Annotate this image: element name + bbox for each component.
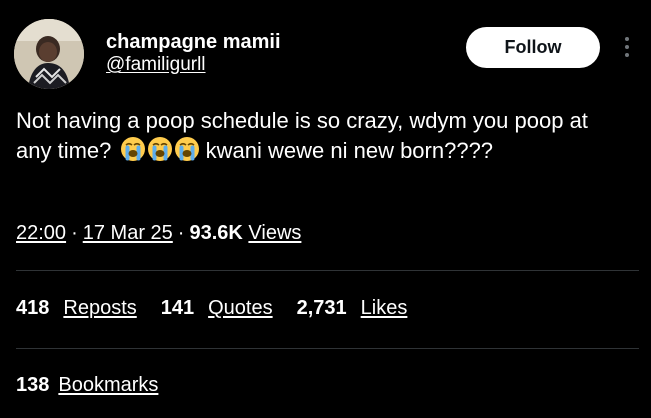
- tweet-card: champagne mamii @familigurll Follow Not …: [0, 0, 651, 418]
- bookmarks-count: 138: [16, 374, 50, 396]
- separator: ·: [177, 222, 185, 244]
- views-count: 93.6K: [189, 222, 243, 244]
- dot: [625, 53, 629, 57]
- dot: [625, 45, 629, 49]
- tweet-meta: 22:00 · 17 Mar 25 · 93.6K Views: [16, 222, 301, 245]
- tweet-text-end: kwani wewe ni new born????: [205, 138, 494, 163]
- loudly-crying-face-icon: [174, 137, 199, 161]
- avatar[interactable]: [14, 19, 84, 89]
- divider: [16, 270, 639, 271]
- likes-count: 2,731: [296, 297, 347, 319]
- divider: [16, 348, 639, 349]
- bookmarks-stat[interactable]: 138 Bookmarks: [16, 374, 158, 397]
- separator: ·: [71, 222, 78, 244]
- loudly-crying-face-icon: [147, 137, 172, 161]
- quotes-count: 141: [160, 297, 195, 319]
- emoji-group: [120, 136, 200, 162]
- tweet-text: Not having a poop schedule is so crazy, …: [16, 106, 616, 166]
- more-dots-icon[interactable]: [619, 32, 635, 62]
- quotes-stat[interactable]: 141 Quotes: [161, 297, 273, 320]
- engagement-stats: 418 Reposts 141 Quotes 2,731 Likes: [16, 297, 407, 320]
- avatar-photo-icon: [14, 19, 84, 89]
- views-label[interactable]: Views: [248, 222, 301, 244]
- loudly-crying-face-icon: [120, 137, 145, 161]
- tweet-date[interactable]: 17 Mar 25: [83, 222, 173, 244]
- follow-button[interactable]: Follow: [466, 27, 600, 68]
- reposts-stat[interactable]: 418 Reposts: [16, 297, 137, 320]
- user-handle[interactable]: @familigurll: [106, 54, 206, 76]
- likes-stat[interactable]: 2,731 Likes: [297, 297, 408, 320]
- display-name[interactable]: champagne mamii: [106, 31, 281, 54]
- bookmarks-label: Bookmarks: [58, 374, 159, 396]
- dot: [625, 37, 629, 41]
- quotes-label: Quotes: [208, 297, 273, 319]
- reposts-label: Reposts: [63, 297, 137, 319]
- reposts-count: 418: [16, 297, 50, 319]
- likes-label: Likes: [360, 297, 408, 319]
- tweet-time[interactable]: 22:00: [16, 222, 66, 244]
